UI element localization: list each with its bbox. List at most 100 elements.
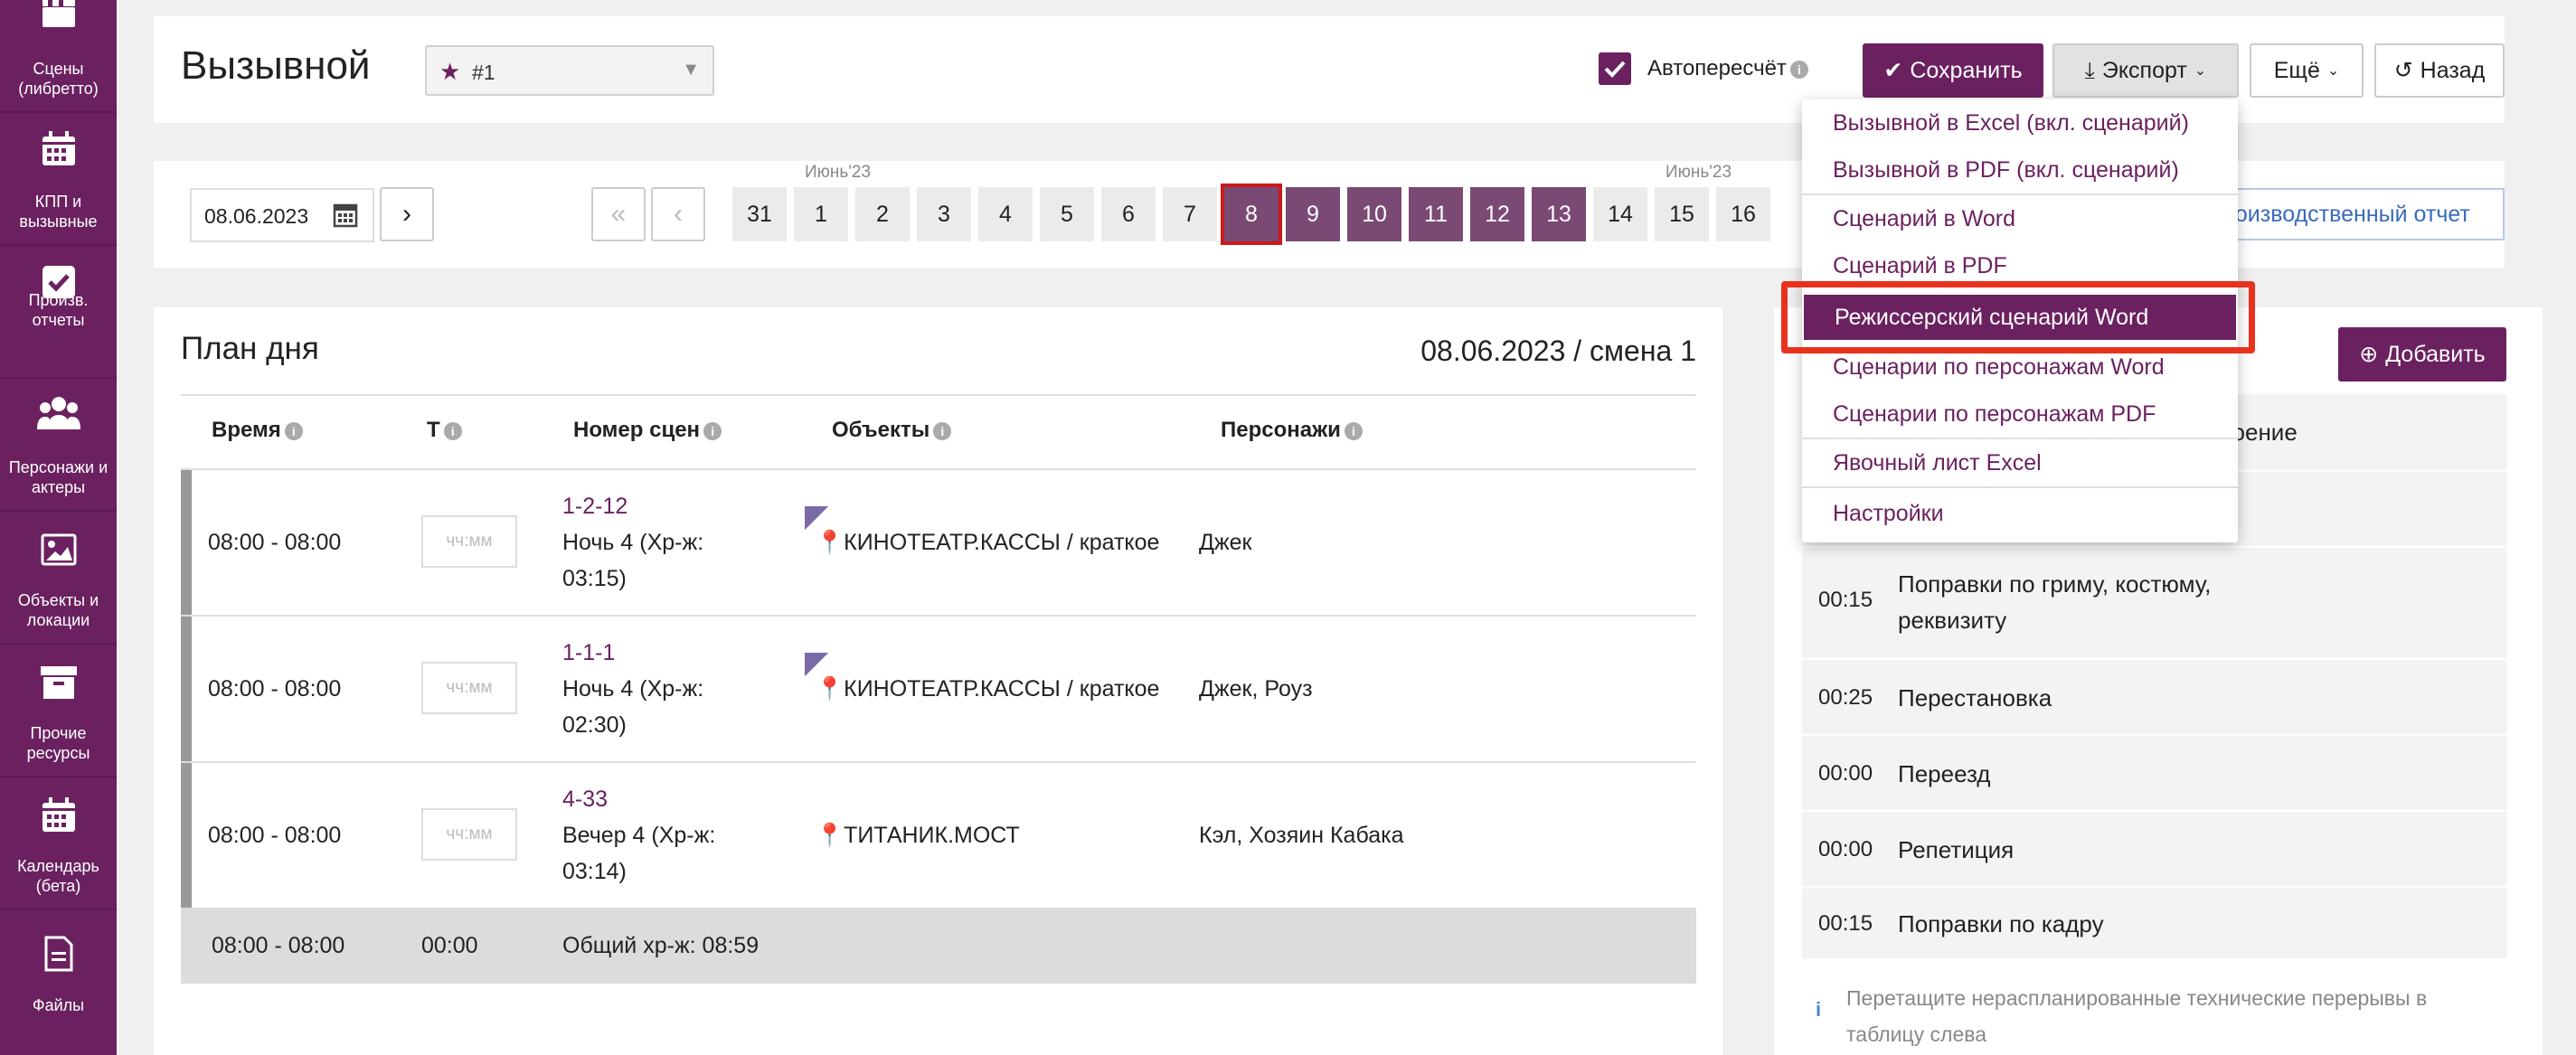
duration-input[interactable]: чч:мм bbox=[421, 515, 517, 568]
production-report-link[interactable]: роизводственный отчет bbox=[2206, 188, 2505, 240]
break-row[interactable]: 00:00 Репетиция bbox=[1802, 812, 2507, 888]
info-icon: i bbox=[703, 421, 722, 440]
sidebar-item-label: Произв. отчеты bbox=[28, 291, 89, 329]
menu-item-calllist-excel[interactable]: Вызывной в Excel (вкл. сценарий) bbox=[1802, 99, 2238, 146]
sidebar-item-characters[interactable]: Персонажи и актеры bbox=[0, 379, 117, 512]
calendar-day[interactable]: 31 bbox=[732, 187, 787, 241]
total-t: 00:00 bbox=[421, 933, 478, 958]
calendar-day[interactable]: 16 bbox=[1716, 187, 1770, 241]
back-button[interactable]: ↺ Назад bbox=[2374, 43, 2505, 98]
sidebar-item-objects[interactable]: Объекты и локации bbox=[0, 512, 117, 645]
sidebar-item-calendar[interactable]: Календарь (бета) bbox=[0, 777, 117, 910]
sidebar-item-scenes[interactable]: Сцены (либретто) bbox=[0, 0, 117, 113]
table-row[interactable]: 08:00 - 08:00 чч:мм 1-1-1 Ночь 4 (Хр-ж: … bbox=[181, 617, 1696, 763]
sidebar-item-label: Объекты и локации bbox=[17, 591, 99, 629]
undo-icon: ↺ bbox=[2393, 58, 2413, 83]
sidebar-item-label: Календарь (бета) bbox=[17, 857, 99, 895]
duration-input[interactable]: чч:мм bbox=[421, 662, 517, 714]
calendar-day[interactable]: 14 bbox=[1593, 187, 1647, 241]
sidebar-item-other[interactable]: Прочие ресурсы bbox=[0, 645, 117, 777]
calendar-day[interactable]: 9 bbox=[1286, 187, 1340, 241]
row-time: 08:00 - 08:00 bbox=[208, 530, 342, 555]
calllist-select[interactable]: ★ #1 ▼ bbox=[425, 45, 714, 96]
scene-number[interactable]: 4-33 bbox=[562, 781, 608, 817]
break-time: 00:25 bbox=[1818, 685, 1873, 710]
info-icon: i bbox=[443, 421, 462, 440]
sidebar-item-label: Файлы bbox=[32, 996, 85, 1014]
scene-number[interactable]: 1-1-1 bbox=[562, 635, 615, 671]
plan-date-shift: 08.06.2023 / смена 1 bbox=[1420, 334, 1696, 367]
break-time: 00:15 bbox=[1818, 911, 1873, 936]
calendar-day[interactable]: 12 bbox=[1470, 187, 1524, 241]
calendar-day[interactable]: 5 bbox=[1040, 187, 1094, 241]
duration-input[interactable]: чч:мм bbox=[421, 808, 517, 861]
autorecalc-checkbox[interactable] bbox=[1599, 52, 1631, 85]
total-time: 08:00 - 08:00 bbox=[212, 933, 345, 958]
menu-item-settings[interactable]: Настройки bbox=[1802, 490, 2238, 537]
info-icon: i bbox=[1344, 421, 1363, 440]
characters-cell: Кэл, Хозяин Кабака bbox=[1199, 823, 1404, 848]
table-row[interactable]: 08:00 - 08:00 чч:мм 4-33 Вечер 4 (Хр-ж: … bbox=[181, 763, 1696, 909]
more-button[interactable]: Ещё ⌄ bbox=[2250, 43, 2364, 98]
break-name: Перестановка bbox=[1898, 684, 2052, 711]
next-day-button[interactable]: › bbox=[380, 187, 434, 241]
menu-item-attendance-excel[interactable]: Явочный лист Excel bbox=[1802, 439, 2238, 486]
calendar-day[interactable]: 4 bbox=[978, 187, 1033, 241]
check-icon: ✔ bbox=[1883, 58, 1903, 83]
menu-separator bbox=[1802, 486, 2238, 488]
break-row[interactable]: 00:15 Поправки по гриму, костюму, реквиз… bbox=[1802, 548, 2507, 660]
calendar-day[interactable]: 13 bbox=[1532, 187, 1586, 241]
scene-number[interactable]: 1-2-12 bbox=[562, 488, 627, 524]
characters-cell: Джек, Роуз bbox=[1199, 676, 1313, 702]
select-value: #1 bbox=[472, 61, 495, 84]
break-row[interactable]: 00:15 Поправки по кадру bbox=[1802, 888, 2507, 960]
add-break-button[interactable]: ⊕ Добавить bbox=[2338, 327, 2506, 381]
map-pin-icon: 📍 bbox=[816, 676, 845, 702]
break-row[interactable]: 00:25 Перестановка bbox=[1802, 660, 2507, 736]
calendar-day[interactable]: 3 bbox=[917, 187, 971, 241]
scene-desc: Ночь 4 (Хр-ж: bbox=[562, 676, 704, 702]
clapperboard-icon bbox=[0, 0, 117, 27]
break-row[interactable]: 00:00 Переезд bbox=[1802, 736, 2507, 812]
sidebar-item-reports[interactable]: Произв. отчеты bbox=[0, 246, 117, 379]
scene-desc: Вечер 4 (Хр-ж: bbox=[562, 823, 716, 848]
calendar-day[interactable]: 2 bbox=[855, 187, 910, 241]
calendar-day[interactable]: 11 bbox=[1409, 187, 1463, 241]
object-cell: 📍КИНОТЕАТР.КАССЫ / краткое bbox=[816, 676, 1160, 702]
sidebar-item-files[interactable]: Файлы bbox=[0, 910, 117, 1055]
first-page-button[interactable]: « bbox=[591, 187, 646, 241]
break-name: Репетиция bbox=[1898, 836, 2015, 863]
calendar-icon bbox=[0, 797, 117, 834]
calendar-day[interactable]: 10 bbox=[1347, 187, 1401, 241]
row-stripe bbox=[181, 617, 192, 761]
calendar-day[interactable]: 8 bbox=[1221, 184, 1282, 245]
star-icon: ★ bbox=[439, 58, 461, 85]
menu-item-calllist-pdf[interactable]: Вызывной в PDF (вкл. сценарий) bbox=[1802, 146, 2238, 193]
column-header-scenes: Номер сцен i bbox=[573, 418, 722, 443]
sidebar-item-kpp[interactable]: КПП и вызывные bbox=[0, 113, 117, 246]
save-button[interactable]: ✔ Сохранить bbox=[1863, 43, 2043, 98]
object-cell: 📍ТИТАНИК.МОСТ bbox=[816, 823, 1020, 848]
image-icon bbox=[0, 533, 117, 566]
export-button[interactable]: ⤓ Экспорт ⌄ bbox=[2052, 43, 2239, 98]
prev-page-button[interactable]: ‹ bbox=[651, 187, 705, 241]
calendar-day[interactable]: 7 bbox=[1163, 187, 1217, 241]
date-input[interactable]: 08.06.2023 bbox=[190, 188, 374, 242]
calendar-day[interactable]: 15 bbox=[1655, 187, 1709, 241]
menu-item-character-scripts-pdf[interactable]: Сценарии по персонажам PDF bbox=[1802, 391, 2238, 438]
info-icon: i bbox=[1816, 998, 1822, 1021]
table-row[interactable]: 08:00 - 08:00 чч:мм 1-2-12 Ночь 4 (Хр-ж:… bbox=[181, 470, 1696, 617]
archive-icon bbox=[0, 666, 117, 699]
scene-desc: 03:15) bbox=[562, 566, 627, 591]
month-label: Июнь'23 bbox=[1665, 163, 1732, 182]
info-icon: i bbox=[1789, 60, 1808, 79]
divider bbox=[181, 394, 1696, 396]
calendar-icon[interactable] bbox=[333, 201, 358, 232]
caret-down-icon: ▼ bbox=[682, 60, 700, 80]
sidebar-item-label: Персонажи и актеры bbox=[8, 458, 109, 496]
file-icon bbox=[0, 936, 117, 972]
calendar-day[interactable]: 1 bbox=[794, 187, 848, 241]
menu-item-script-word[interactable]: Сценарий в Word bbox=[1802, 195, 2238, 242]
calendar-day[interactable]: 6 bbox=[1101, 187, 1156, 241]
break-name: реквизиту bbox=[1898, 607, 2007, 634]
